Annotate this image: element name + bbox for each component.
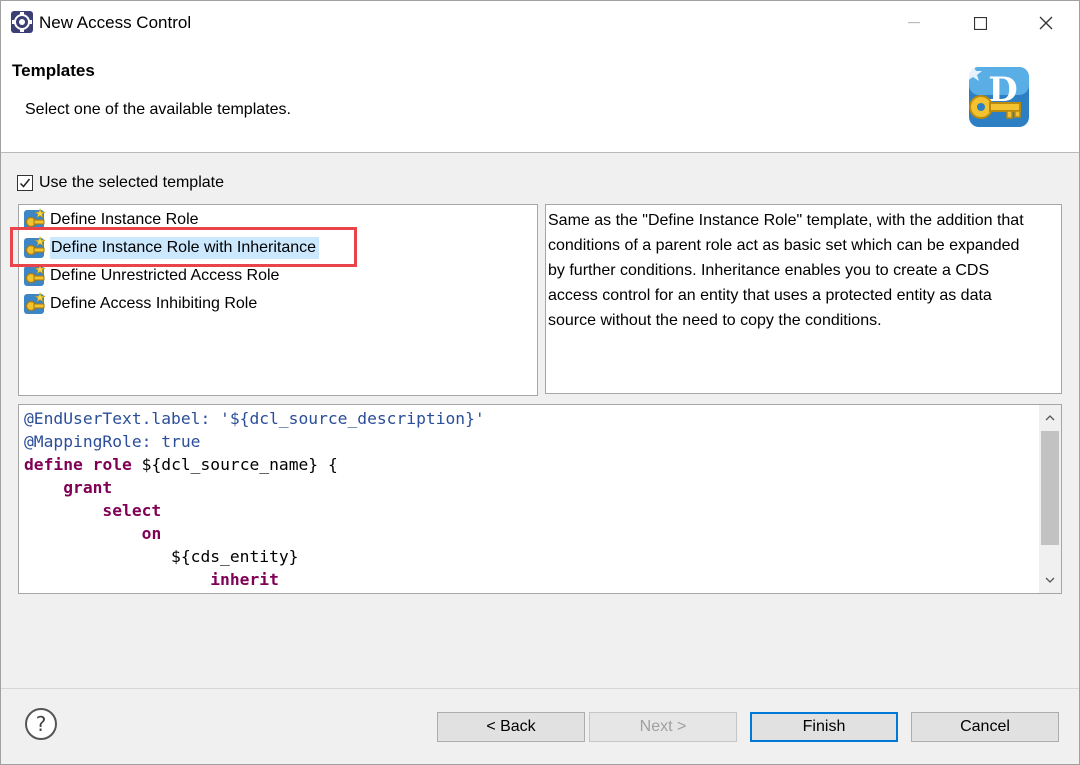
- template-item-label: Define Instance Role with Inheritance: [50, 237, 320, 259]
- description-line: Same as the "Define Instance Role" templ…: [548, 212, 1024, 229]
- maximize-icon: [973, 16, 987, 30]
- template-item-define-instance-role-with-inheritance[interactable]: Define Instance Role with Inheritance: [23, 235, 320, 261]
- code-line: on: [141, 524, 162, 543]
- maximize-button[interactable]: [947, 1, 1013, 45]
- page-description: Select one of the available templates.: [25, 101, 291, 118]
- use-template-label: Use the selected template: [39, 174, 224, 191]
- close-button[interactable]: [1013, 1, 1079, 45]
- close-icon: [1039, 16, 1053, 30]
- template-item-define-access-inhibiting-role[interactable]: Define Access Inhibiting Role: [23, 291, 257, 317]
- template-item-label: Define Unrestricted Access Role: [50, 267, 280, 284]
- eclipse-app-icon: [11, 11, 33, 33]
- chevron-up-icon: [1045, 415, 1055, 421]
- template-item-define-unrestricted-access-role[interactable]: Define Unrestricted Access Role: [23, 263, 279, 289]
- code-line: define role ${dcl_source_name} {: [24, 455, 338, 474]
- page-title: Templates: [12, 61, 95, 80]
- back-button[interactable]: < Back: [437, 712, 585, 742]
- role-template-icon: [24, 264, 46, 286]
- code-line: @EndUserText.label: '${dcl_source_descri…: [24, 409, 485, 428]
- role-template-icon: [24, 236, 46, 258]
- scroll-up-button[interactable]: [1039, 407, 1061, 429]
- description-line: source without the need to copy the cond…: [548, 312, 882, 329]
- minimize-icon: [908, 22, 920, 24]
- role-template-icon: [24, 292, 46, 314]
- code-line: inherit: [210, 570, 279, 589]
- minimize-button[interactable]: [881, 1, 947, 45]
- code-line: @MappingRole: true: [24, 432, 201, 451]
- description-line: access control for an entity that uses a…: [548, 287, 992, 304]
- role-template-icon: [24, 208, 46, 230]
- scrollbar-thumb[interactable]: [1041, 431, 1059, 545]
- scroll-down-button[interactable]: [1039, 569, 1061, 591]
- dcl-key-icon: D: [964, 65, 1029, 127]
- use-template-checkbox-row[interactable]: Use the selected template: [17, 174, 224, 192]
- template-item-define-instance-role[interactable]: Define Instance Role: [23, 207, 199, 233]
- code-lines: @EndUserText.label: '${dcl_source_descri…: [24, 407, 485, 591]
- template-code-preview[interactable]: @EndUserText.label: '${dcl_source_descri…: [18, 404, 1062, 594]
- window-title: New Access Control: [39, 13, 192, 32]
- template-item-label: Define Instance Role: [50, 211, 199, 228]
- template-item-label: Define Access Inhibiting Role: [50, 295, 258, 312]
- new-access-control-dialog: New Access Control Templates Select one …: [0, 0, 1080, 765]
- use-template-checkbox[interactable]: [17, 175, 33, 191]
- help-icon[interactable]: ?: [24, 707, 58, 741]
- svg-text:?: ?: [36, 712, 47, 736]
- code-line: grant: [63, 478, 113, 497]
- code-line: ${cds_entity}: [171, 547, 299, 566]
- vertical-scrollbar[interactable]: [1039, 405, 1061, 593]
- wizard-header: Templates Select one of the available te…: [1, 45, 1079, 153]
- code-line: select: [102, 501, 162, 520]
- chevron-down-icon: [1045, 577, 1055, 583]
- template-description: Same as the "Define Instance Role" templ…: [545, 204, 1062, 394]
- footer-divider: [1, 688, 1079, 689]
- next-button[interactable]: Next >: [589, 712, 737, 742]
- finish-button[interactable]: Finish: [750, 712, 898, 742]
- template-list[interactable]: Define Instance Role Define Instance Rol…: [18, 204, 538, 396]
- description-line: conditions of a parent role act as basic…: [548, 237, 1020, 254]
- description-line: by further conditions. Inheritance enabl…: [548, 262, 990, 279]
- title-bar: New Access Control: [1, 1, 1079, 45]
- checkmark-icon: [19, 178, 31, 188]
- cancel-button[interactable]: Cancel: [911, 712, 1059, 742]
